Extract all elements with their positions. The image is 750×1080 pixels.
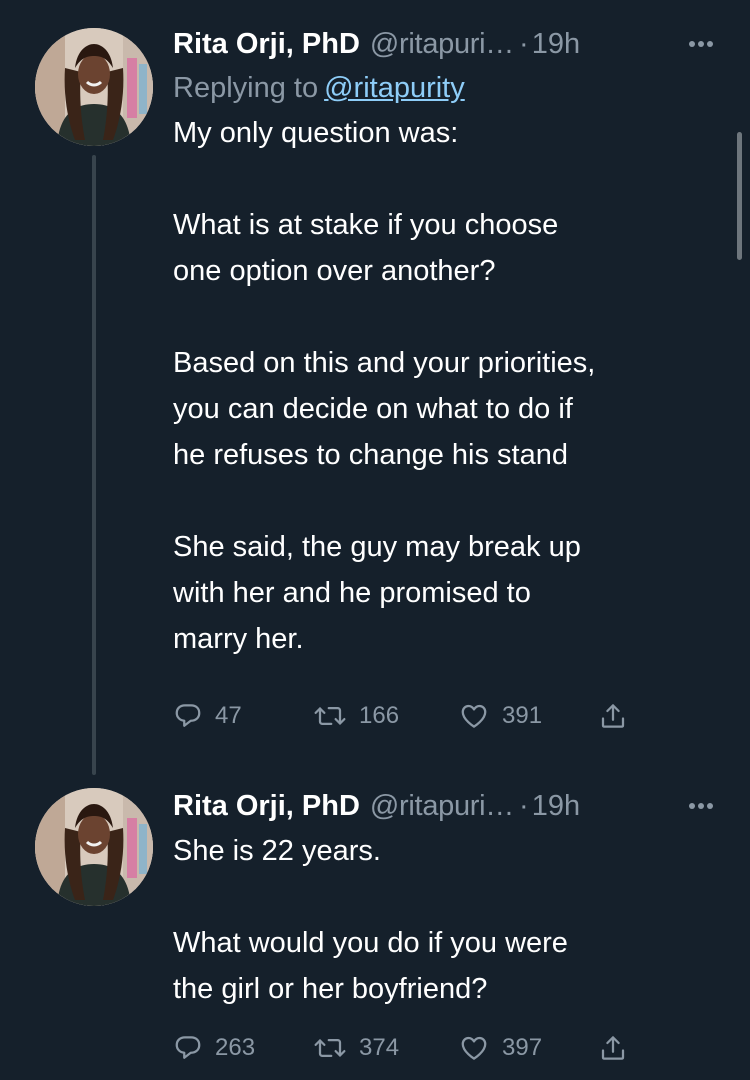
replying-to-mention[interactable]: @ritapurity bbox=[324, 72, 465, 104]
heart-icon bbox=[461, 1036, 487, 1060]
author-name[interactable]: Rita Orji, PhD bbox=[173, 790, 360, 823]
tweet[interactable]: Rita Orji, PhD @ritapuri… · 19h She is 2… bbox=[0, 780, 750, 1080]
share-upload-icon bbox=[601, 704, 625, 728]
retweet-icon bbox=[314, 1039, 346, 1057]
author-handle[interactable]: @ritapuri… bbox=[370, 790, 514, 823]
more-horizontal-icon[interactable] bbox=[688, 784, 714, 828]
reply-button[interactable]: 263 bbox=[173, 1028, 255, 1068]
like-count: 397 bbox=[502, 1034, 543, 1061]
reply-bubble-icon bbox=[175, 704, 201, 727]
tweet[interactable]: Rita Orji, PhD @ritapuri… · 19h Replying… bbox=[0, 0, 750, 780]
reply-button[interactable]: 47 bbox=[173, 696, 242, 736]
avatar[interactable] bbox=[35, 788, 153, 906]
scrollbar[interactable] bbox=[737, 132, 742, 260]
tweet-header: Rita Orji, PhD @ritapuri… · 19h bbox=[173, 784, 730, 828]
tweet-text: She is 22 years. What would you do if yo… bbox=[173, 828, 730, 1012]
tweet-content: Rita Orji, PhD @ritapuri… · 19h She is 2… bbox=[173, 784, 730, 1012]
retweet-button[interactable]: 374 bbox=[313, 1028, 399, 1068]
tweet-header: Rita Orji, PhD @ritapuri… · 19h bbox=[173, 22, 730, 66]
tweet-paragraph: My only question was: bbox=[173, 117, 459, 149]
tweet-paragraph: She is 22 years. bbox=[173, 835, 381, 867]
retweet-count: 166 bbox=[359, 702, 400, 729]
like-button[interactable]: 397 bbox=[458, 1028, 542, 1068]
replying-to-label: Replying to bbox=[173, 72, 319, 104]
tweet-paragraph: Based on this and your priorities, you c… bbox=[173, 347, 596, 471]
like-count: 391 bbox=[502, 702, 543, 729]
author-handle[interactable]: @ritapuri… bbox=[370, 28, 514, 61]
reply-bubble-icon bbox=[175, 1036, 201, 1059]
like-button[interactable]: 391 bbox=[458, 696, 542, 736]
separator-dot: · bbox=[519, 27, 529, 60]
author-name[interactable]: Rita Orji, PhD bbox=[173, 28, 360, 61]
timestamp[interactable]: 19h bbox=[532, 28, 580, 61]
retweet-icon bbox=[314, 707, 346, 725]
share-upload-icon bbox=[601, 1036, 625, 1060]
tweet-text: My only question was: What is at stake i… bbox=[173, 110, 730, 662]
replying-to-line: Replying to @ritapurity bbox=[173, 66, 730, 110]
avatar[interactable] bbox=[35, 28, 153, 146]
retweet-button[interactable]: 166 bbox=[313, 696, 399, 736]
timestamp[interactable]: 19h bbox=[532, 790, 580, 823]
retweet-count: 374 bbox=[359, 1034, 400, 1061]
reply-count: 263 bbox=[215, 1034, 256, 1061]
reply-count: 47 bbox=[215, 702, 242, 729]
avatar-photo bbox=[35, 28, 153, 146]
share-button[interactable] bbox=[598, 696, 628, 736]
more-horizontal-icon[interactable] bbox=[688, 22, 714, 66]
share-button[interactable] bbox=[598, 1028, 628, 1068]
heart-icon bbox=[461, 704, 487, 728]
tweet-content: Rita Orji, PhD @ritapuri… · 19h Replying… bbox=[173, 22, 730, 662]
tweet-paragraph: She said, the guy may break up with her … bbox=[173, 531, 581, 655]
tweet-paragraph: What would you do if you were the girl o… bbox=[173, 927, 568, 1005]
separator-dot: · bbox=[519, 789, 529, 822]
thread-connector-line bbox=[92, 155, 96, 775]
tweet-paragraph: What is at stake if you choose one optio… bbox=[173, 209, 559, 287]
avatar-photo bbox=[35, 788, 153, 906]
